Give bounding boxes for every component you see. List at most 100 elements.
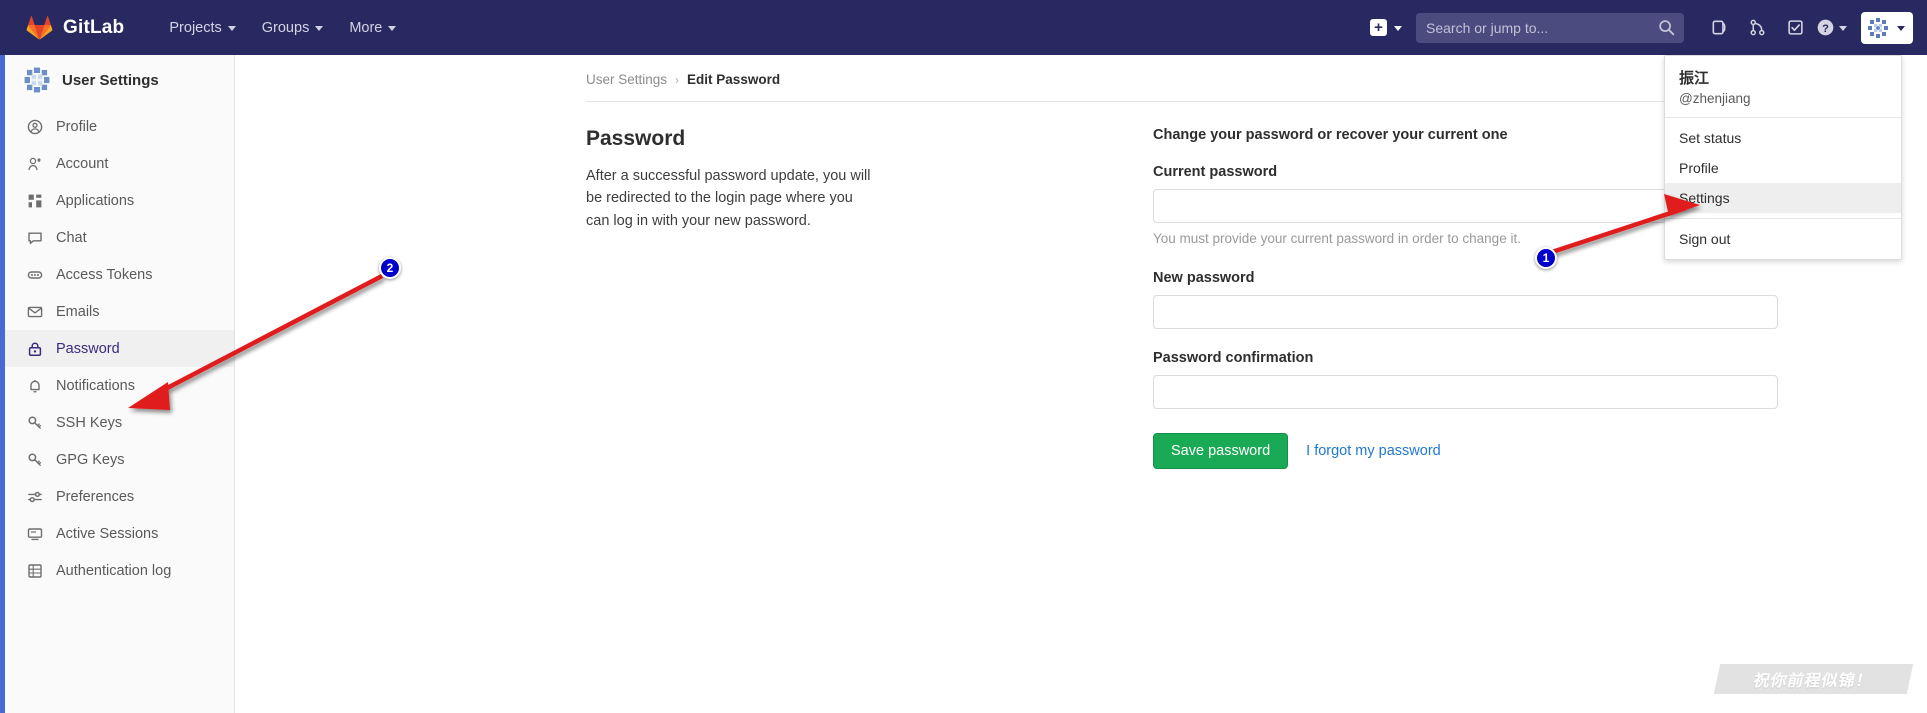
menu-item-set-status[interactable]: Set status bbox=[1665, 123, 1901, 153]
forgot-password-link[interactable]: I forgot my password bbox=[1306, 443, 1441, 459]
account-key-icon bbox=[28, 157, 41, 170]
form-actions: Save password I forgot my password bbox=[1153, 433, 1783, 469]
applications-icon bbox=[28, 194, 42, 207]
chat-bubble-icon bbox=[28, 232, 42, 244]
key-icon bbox=[28, 415, 41, 429]
content-divider bbox=[586, 101, 1778, 102]
sidebar-item-label: Authentication log bbox=[56, 562, 172, 579]
help-button[interactable]: ? bbox=[1814, 18, 1853, 37]
sliders-icon bbox=[28, 491, 42, 502]
search-box[interactable] bbox=[1416, 12, 1684, 43]
navbar-left: GitLab Projects Groups More bbox=[0, 0, 409, 55]
sidebar-item-chat[interactable]: Chat bbox=[5, 219, 234, 256]
merge-requests-icon[interactable] bbox=[1738, 9, 1776, 47]
token-icon bbox=[27, 270, 43, 279]
menu-item-settings[interactable]: Settings bbox=[1665, 182, 1901, 213]
sidebar-item-notifications[interactable]: Notifications bbox=[5, 367, 234, 404]
sidebar-item-label: Preferences bbox=[56, 488, 135, 505]
sidebar-item-label: Emails bbox=[56, 303, 100, 320]
sidebar-item-label: Applications bbox=[56, 192, 135, 209]
save-password-button[interactable]: Save password bbox=[1153, 433, 1289, 469]
lock-icon bbox=[28, 342, 42, 356]
page-left-edge bbox=[0, 55, 5, 713]
nav-item-more-label: More bbox=[349, 19, 383, 36]
nav-item-more[interactable]: More bbox=[336, 12, 409, 44]
key-icon bbox=[28, 452, 41, 466]
nav-item-projects-label: Projects bbox=[169, 19, 222, 36]
navbar-right: + Search or jump to... ? bbox=[1362, 0, 1927, 55]
gitlab-tanuki-icon[interactable] bbox=[26, 15, 53, 41]
nav-item-groups-label: Groups bbox=[261, 19, 310, 36]
sidebar-item-applications[interactable]: Applications bbox=[5, 182, 234, 219]
sidebar-nav-list: Profile Account Applications Chat Access… bbox=[0, 106, 234, 589]
menu-item-profile[interactable]: Profile bbox=[1665, 153, 1901, 183]
sidebar-item-gpg-keys[interactable]: GPG Keys bbox=[5, 441, 234, 478]
user-identicon-avatar bbox=[23, 66, 51, 94]
sidebar-item-label: SSH Keys bbox=[56, 414, 123, 431]
sidebar-item-emails[interactable]: Emails bbox=[5, 293, 234, 330]
annotation-badge-2: 2 bbox=[379, 257, 401, 279]
page-description: After a successful password update, you … bbox=[586, 168, 871, 229]
watermark: 祝你前程似锦！ bbox=[1713, 664, 1914, 694]
password-confirmation-label: Password confirmation bbox=[1153, 350, 1314, 366]
sidebar-item-label: Chat bbox=[56, 229, 87, 246]
user-circle-icon bbox=[27, 119, 43, 134]
navbar-menu: Projects Groups More bbox=[156, 12, 409, 44]
watermark-text: 祝你前程似锦！ bbox=[1751, 671, 1875, 690]
user-dropdown-group-signout: Sign out bbox=[1665, 217, 1901, 259]
sidebar-item-profile[interactable]: Profile bbox=[5, 108, 234, 145]
sidebar-item-account[interactable]: Account bbox=[5, 145, 234, 182]
breadcrumb: User Settings › Edit Password bbox=[586, 55, 780, 87]
todos-icon[interactable] bbox=[1776, 9, 1814, 47]
sidebar-item-access-tokens[interactable]: Access Tokens bbox=[5, 256, 234, 293]
annotation-badge-1: 1 bbox=[1535, 247, 1557, 269]
log-grid-icon bbox=[28, 563, 42, 578]
new-password-label: New password bbox=[1153, 270, 1255, 286]
chevron-down-icon bbox=[1897, 26, 1905, 31]
nav-item-projects[interactable]: Projects bbox=[156, 12, 248, 44]
settings-sidebar: User Settings Profile Account Applicatio… bbox=[0, 55, 235, 713]
top-navbar: GitLab Projects Groups More + Search or … bbox=[0, 0, 1927, 55]
user-identicon-avatar bbox=[1866, 15, 1890, 40]
app-root: GitLab Projects Groups More + Search or … bbox=[0, 0, 1927, 713]
menu-item-sign-out[interactable]: Sign out bbox=[1665, 224, 1901, 254]
password-info-column: Password After a successful password upd… bbox=[586, 127, 876, 232]
sidebar-item-label: Access Tokens bbox=[56, 266, 153, 283]
sidebar-item-password[interactable]: Password bbox=[0, 330, 234, 367]
chevron-down-icon bbox=[315, 26, 324, 31]
plus-square-icon: + bbox=[1370, 19, 1387, 36]
user-dropdown-group-primary: Set status Profile Settings bbox=[1665, 118, 1901, 218]
monitor-icon bbox=[27, 527, 43, 540]
sidebar-item-label: Profile bbox=[56, 118, 98, 135]
envelope-icon bbox=[27, 306, 43, 317]
breadcrumb-root[interactable]: User Settings bbox=[586, 72, 667, 87]
sidebar-item-active-sessions[interactable]: Active Sessions bbox=[5, 515, 234, 552]
chevron-down-icon bbox=[1394, 26, 1402, 31]
user-avatar-menu-button[interactable] bbox=[1861, 11, 1913, 44]
sidebar-item-ssh-keys[interactable]: SSH Keys bbox=[5, 404, 234, 441]
user-dropdown-menu: 振江 @zhenjiang Set status Profile Setting… bbox=[1664, 55, 1902, 260]
sidebar-title: User Settings bbox=[62, 71, 159, 89]
sidebar-header[interactable]: User Settings bbox=[5, 55, 234, 106]
issues-icon[interactable] bbox=[1700, 9, 1738, 47]
sidebar-item-authentication-log[interactable]: Authentication log bbox=[5, 552, 234, 589]
sidebar-item-label: Password bbox=[56, 340, 120, 357]
question-circle-icon: ? bbox=[1817, 19, 1834, 36]
sidebar-item-preferences[interactable]: Preferences bbox=[5, 478, 234, 515]
chevron-down-icon bbox=[388, 26, 397, 31]
breadcrumb-separator-icon: › bbox=[675, 72, 680, 87]
search-icon bbox=[1659, 19, 1675, 35]
chevron-down-icon bbox=[1839, 26, 1847, 31]
user-display-name: 振江 bbox=[1679, 70, 1710, 87]
bell-icon bbox=[30, 379, 40, 393]
user-dropdown-header: 振江 @zhenjiang bbox=[1665, 56, 1901, 118]
password-confirmation-input[interactable] bbox=[1153, 375, 1778, 409]
brand-name[interactable]: GitLab bbox=[63, 17, 124, 39]
nav-item-groups[interactable]: Groups bbox=[249, 12, 337, 44]
sidebar-item-label: GPG Keys bbox=[56, 451, 125, 468]
search-input[interactable] bbox=[1426, 19, 1674, 36]
breadcrumb-current: Edit Password bbox=[687, 72, 781, 87]
user-handle: @zhenjiang bbox=[1679, 90, 1751, 106]
new-password-input[interactable] bbox=[1153, 295, 1778, 329]
create-new-button[interactable]: + bbox=[1362, 13, 1410, 42]
